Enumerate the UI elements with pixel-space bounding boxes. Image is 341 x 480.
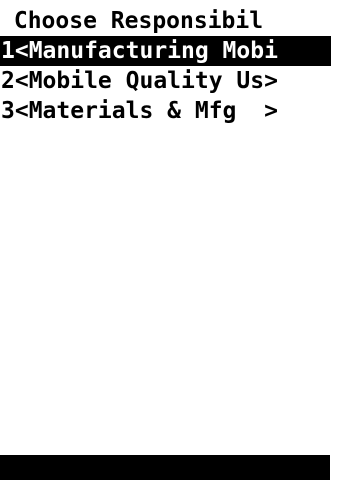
status-bar <box>0 455 330 480</box>
menu-item-materials-mfg[interactable]: 3<Materials & Mfg > <box>0 96 341 126</box>
responsibility-menu: 1<Manufacturing Mobi 2<Mobile Quality Us… <box>0 36 341 126</box>
menu-item-mobile-quality[interactable]: 2<Mobile Quality Us> <box>0 66 341 96</box>
terminal-screen: Choose Responsibil 1<Manufacturing Mobi … <box>0 0 341 480</box>
menu-item-manufacturing-mobile[interactable]: 1<Manufacturing Mobi <box>0 36 331 66</box>
page-title: Choose Responsibil <box>0 8 264 34</box>
